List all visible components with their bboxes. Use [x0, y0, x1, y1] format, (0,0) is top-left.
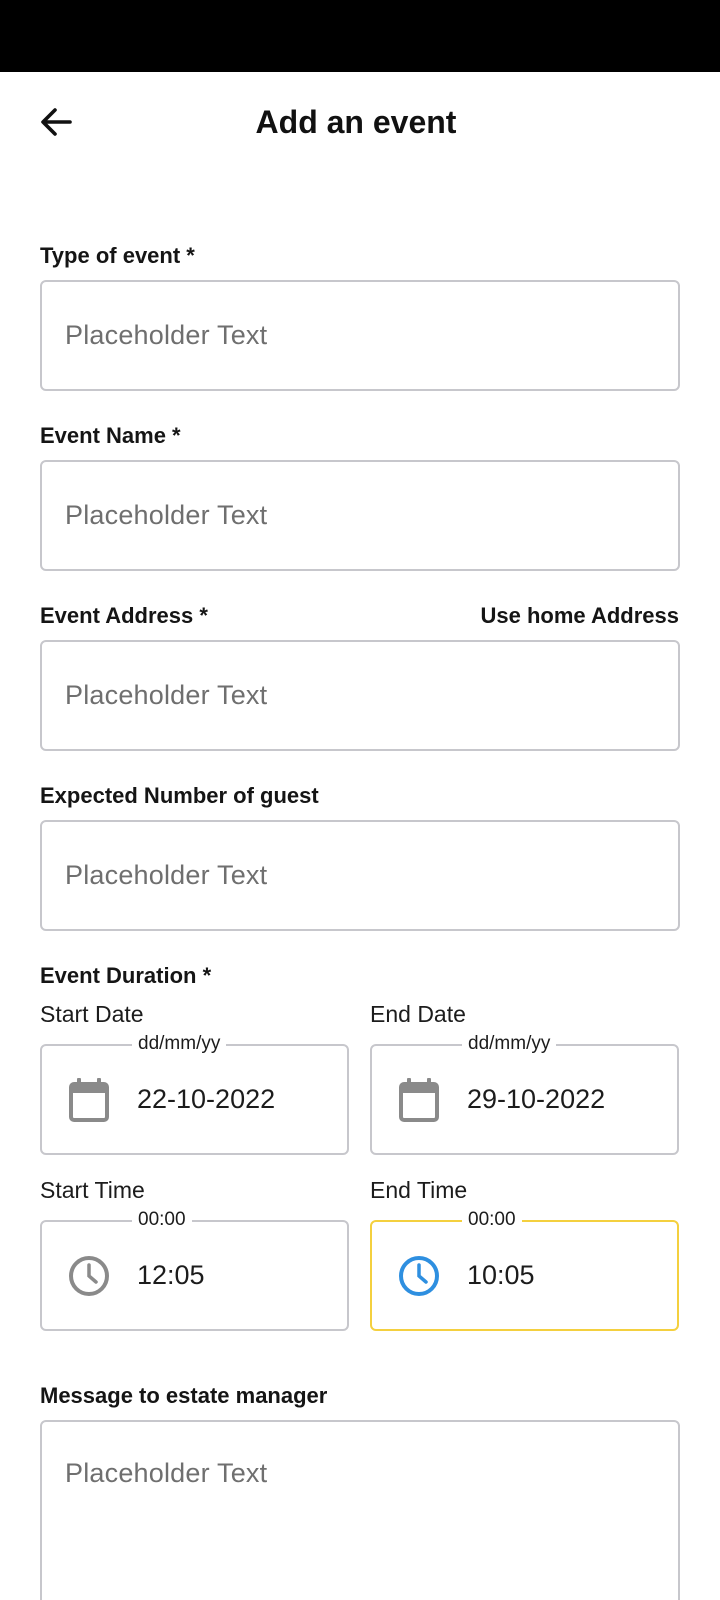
event-duration-label: Event Duration *	[40, 963, 212, 988]
end-time-value: 10:05	[467, 1260, 535, 1290]
message-textarea[interactable]: Placeholder Text	[40, 1420, 680, 1600]
calendar-icon	[68, 1078, 110, 1122]
status-bar	[0, 0, 720, 72]
use-home-address-link[interactable]: Use home Address	[481, 602, 679, 630]
end-date-field[interactable]: dd/mm/yy 29-10-2022	[370, 1032, 679, 1155]
type-of-event-input[interactable]: Placeholder Text	[40, 280, 680, 391]
type-of-event-label: Type of event *	[40, 243, 195, 268]
event-name-placeholder: Placeholder Text	[65, 500, 268, 530]
start-date-label: Start Date	[40, 1001, 144, 1027]
start-time-field[interactable]: 00:00 12:05	[40, 1208, 349, 1331]
start-date-field[interactable]: dd/mm/yy 22-10-2022	[40, 1032, 349, 1155]
start-date-format-hint: dd/mm/yy	[132, 1032, 227, 1056]
message-placeholder: Placeholder Text	[65, 1458, 268, 1488]
start-date-value: 22-10-2022	[137, 1084, 276, 1114]
start-time-label: Start Time	[40, 1177, 145, 1203]
expected-guests-placeholder: Placeholder Text	[65, 860, 268, 890]
clock-icon	[398, 1255, 440, 1297]
type-of-event-placeholder: Placeholder Text	[65, 320, 268, 350]
end-time-label: End Time	[370, 1177, 468, 1203]
message-label: Message to estate manager	[40, 1383, 328, 1408]
event-name-label: Event Name *	[40, 423, 181, 448]
event-address-placeholder: Placeholder Text	[65, 680, 268, 710]
end-time-format-hint: 00:00	[462, 1208, 522, 1232]
end-date-value: 29-10-2022	[467, 1084, 606, 1114]
event-address-input[interactable]: Placeholder Text	[40, 640, 680, 751]
page-title: Add an event	[255, 104, 457, 140]
expected-guests-input[interactable]: Placeholder Text	[40, 820, 680, 931]
clock-icon	[68, 1255, 110, 1297]
start-time-value: 12:05	[137, 1260, 205, 1290]
event-address-label: Event Address *	[40, 603, 208, 628]
calendar-icon	[398, 1078, 440, 1122]
expected-guests-label: Expected Number of guest	[40, 783, 319, 808]
event-name-input[interactable]: Placeholder Text	[40, 460, 680, 571]
start-time-format-hint: 00:00	[132, 1208, 192, 1232]
end-date-label: End Date	[370, 1001, 466, 1027]
end-date-format-hint: dd/mm/yy	[462, 1032, 557, 1056]
end-time-field[interactable]: 00:00 10:05	[370, 1208, 679, 1331]
